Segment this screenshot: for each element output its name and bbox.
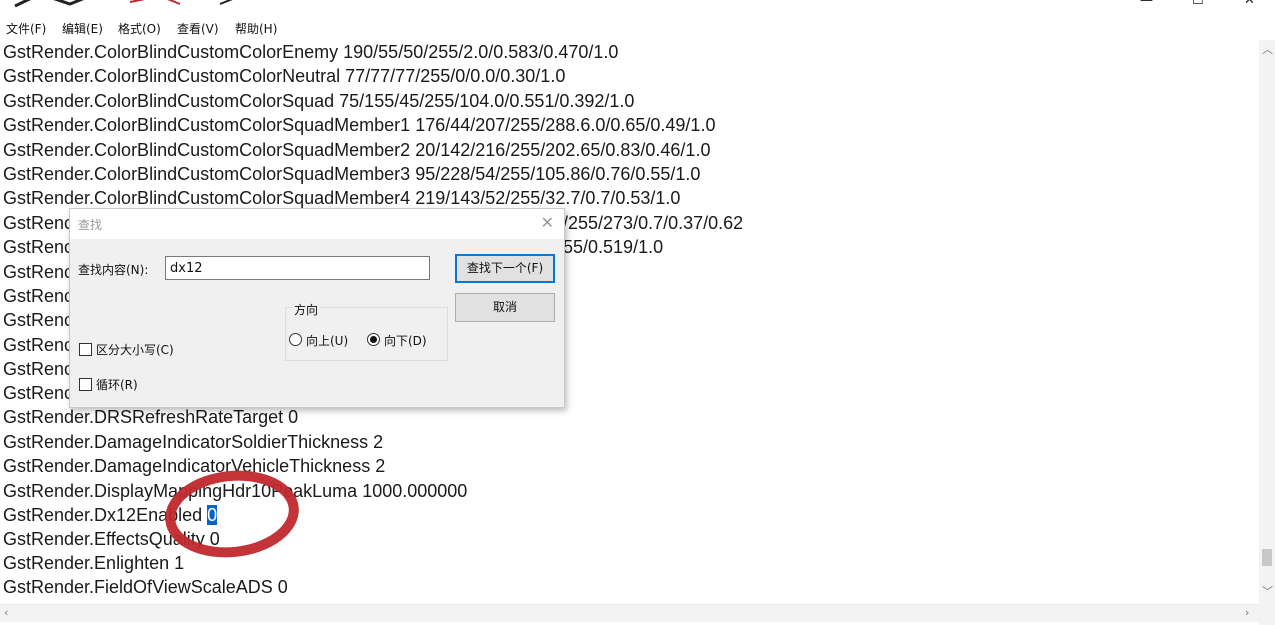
text-line: GstRender.EffectsQuality 0 [3, 529, 220, 549]
text-line: GstRenc [3, 359, 74, 379]
menu-file[interactable]: 文件(F) [6, 21, 46, 37]
close-icon[interactable]: ✕ [541, 213, 554, 232]
text-line: GstRenc [3, 262, 74, 282]
text-line: GstRenc [3, 335, 74, 355]
text-line: GstRender.ColorBlindCustomColorSquad 75/… [3, 91, 635, 111]
direction-up-radio[interactable] [289, 333, 302, 346]
scroll-up-arrow-icon[interactable]: ︿ [1262, 44, 1273, 56]
text-line: GstRender.FieldOfViewScaleADS 0 [3, 577, 288, 597]
scroll-right-arrow-icon[interactable]: › [1245, 607, 1249, 619]
direction-up-label[interactable]: 向上(U) [306, 332, 348, 349]
text-line: GstRender.ColorBlindCustomColorSquadMemb… [3, 115, 716, 135]
find-what-input[interactable] [165, 256, 430, 280]
text-line: GstRenc [3, 237, 74, 257]
cancel-button[interactable]: 取消 [455, 293, 555, 322]
match-case-checkbox[interactable] [79, 343, 92, 356]
menu-edit[interactable]: 编辑(E) [62, 21, 103, 37]
text-line: GstRender.ColorBlindCustomColorSquadMemb… [3, 140, 711, 160]
text-line: GstRenc [3, 213, 74, 233]
text-line: GstRenc [3, 383, 74, 403]
text-line: GstRender.ColorBlindCustomColorEnemy 190… [3, 42, 619, 62]
text-line-tail: /255/273/0.7/0.37/0.62 [563, 213, 744, 233]
title-bar: — ☐ ✕ [0, 0, 1275, 18]
text-line-tail: 55/0.519/1.0 [563, 237, 664, 257]
horizontal-scrollbar[interactable]: ‹ › [0, 604, 1259, 622]
text-line: GstRender.DisplayMappingHdr10PeakLuma 10… [3, 481, 468, 501]
text-line: GstRenc [3, 310, 74, 330]
direction-group-label: 方向 [292, 301, 321, 318]
text-line: GstRender.DRSRefreshRateTarget 0 [3, 407, 299, 427]
minimize-button[interactable]: — [1140, 0, 1153, 8]
scroll-left-arrow-icon[interactable]: ‹ [4, 607, 8, 619]
match-case-label[interactable]: 区分大小写(C) [96, 341, 174, 358]
title-bar-partial-artwork [14, 0, 233, 8]
find-what-label: 查找内容(N): [78, 263, 149, 277]
scroll-down-arrow-icon[interactable]: ﹀ [1262, 586, 1273, 598]
text-line: GstRender.ColorBlindCustomColorNeutral 7… [3, 66, 566, 86]
find-dialog: 查找 ✕ 查找内容(N): 查找下一个(F) 取消 方向 向上(U) 向下(D)… [69, 208, 565, 408]
vertical-scrollbar[interactable]: ︿ ﹀ [1259, 40, 1275, 604]
maximize-button[interactable]: ☐ [1192, 0, 1204, 8]
text-line-dx12: GstRender.Dx12Enabled 0 [3, 503, 218, 527]
text-line: GstRender.ColorBlindCustomColorSquadMemb… [3, 164, 701, 184]
menu-help[interactable]: 帮助(H) [235, 21, 277, 37]
direction-down-label[interactable]: 向下(D) [384, 332, 427, 349]
text-line: GstRender.DamageIndicatorVehicleThicknes… [3, 456, 386, 476]
menu-bar: 文件(F) 编辑(E) 格式(O) 查看(V) 帮助(H) [0, 18, 1275, 41]
text-line: GstRender.DamageIndicatorSoldierThicknes… [3, 432, 384, 452]
wrap-around-label[interactable]: 循环(R) [96, 376, 138, 393]
find-dialog-title: 查找 [78, 218, 103, 232]
wrap-around-checkbox[interactable] [79, 378, 92, 391]
text-line: GstRenc [3, 286, 74, 306]
vertical-scroll-thumb[interactable] [1262, 549, 1272, 566]
text-line: GstRender.ColorBlindCustomColorSquadMemb… [3, 188, 681, 208]
find-dialog-titlebar[interactable]: 查找 ✕ [70, 209, 564, 239]
direction-down-radio[interactable] [367, 333, 380, 346]
close-button[interactable]: ✕ [1244, 0, 1255, 8]
line-key: GstRender.Dx12Enabled [3, 505, 208, 525]
find-next-button[interactable]: 查找下一个(F) [455, 254, 555, 283]
menu-view[interactable]: 查看(V) [177, 21, 219, 37]
selected-text: 0 [207, 505, 218, 525]
scrollbar-corner [1259, 604, 1275, 625]
text-line: GstRender.Enlighten 1 [3, 553, 185, 573]
menu-format[interactable]: 格式(O) [118, 21, 161, 37]
